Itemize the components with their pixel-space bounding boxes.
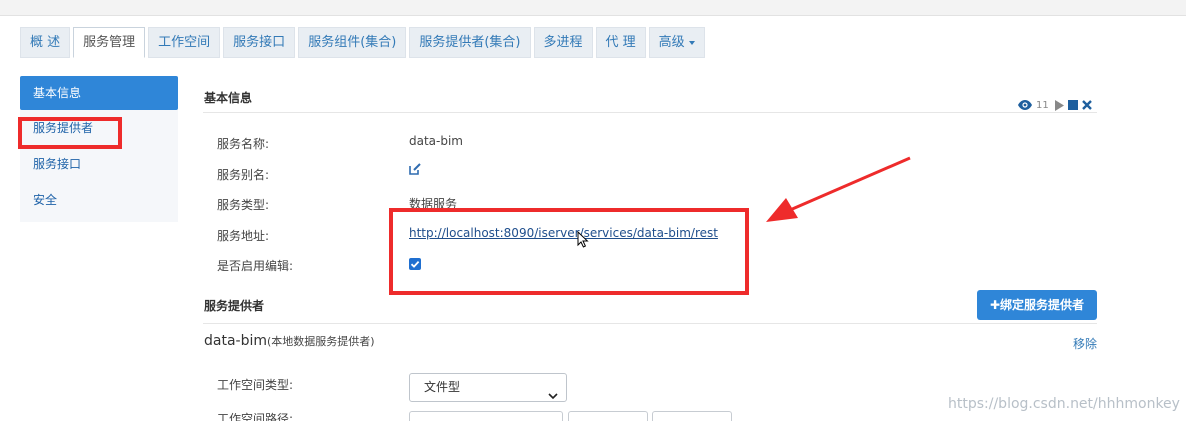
provider-name: data-bim(本地数据服务提供者) xyxy=(204,333,375,349)
workspace-path-input[interactable] xyxy=(409,411,563,421)
annotation-arrow-icon xyxy=(766,156,911,222)
chevron-down-icon xyxy=(548,383,558,410)
watermark: https://blog.csdn.net/hhhmonkey xyxy=(948,396,1180,412)
workspace-type-select[interactable]: 文件型 xyxy=(409,373,567,402)
bind-provider-button[interactable]: ✚绑定服务提供者 xyxy=(977,290,1097,320)
workspace-type-label: 工作空间类型: xyxy=(217,378,294,392)
workspace-path-label: 工作空间路径: xyxy=(217,412,294,421)
remove-provider-link[interactable]: 移除 xyxy=(1073,335,1097,352)
providers-title: 服务提供者 xyxy=(204,299,265,313)
provider-subtitle: (本地数据服务提供者) xyxy=(267,335,375,348)
workspace-path-input-2[interactable] xyxy=(568,411,648,421)
providers-divider xyxy=(203,323,1097,324)
provider-name-text: data-bim xyxy=(204,333,267,349)
workspace-type-value: 文件型 xyxy=(424,380,461,394)
workspace-path-input-3[interactable] xyxy=(652,411,732,421)
